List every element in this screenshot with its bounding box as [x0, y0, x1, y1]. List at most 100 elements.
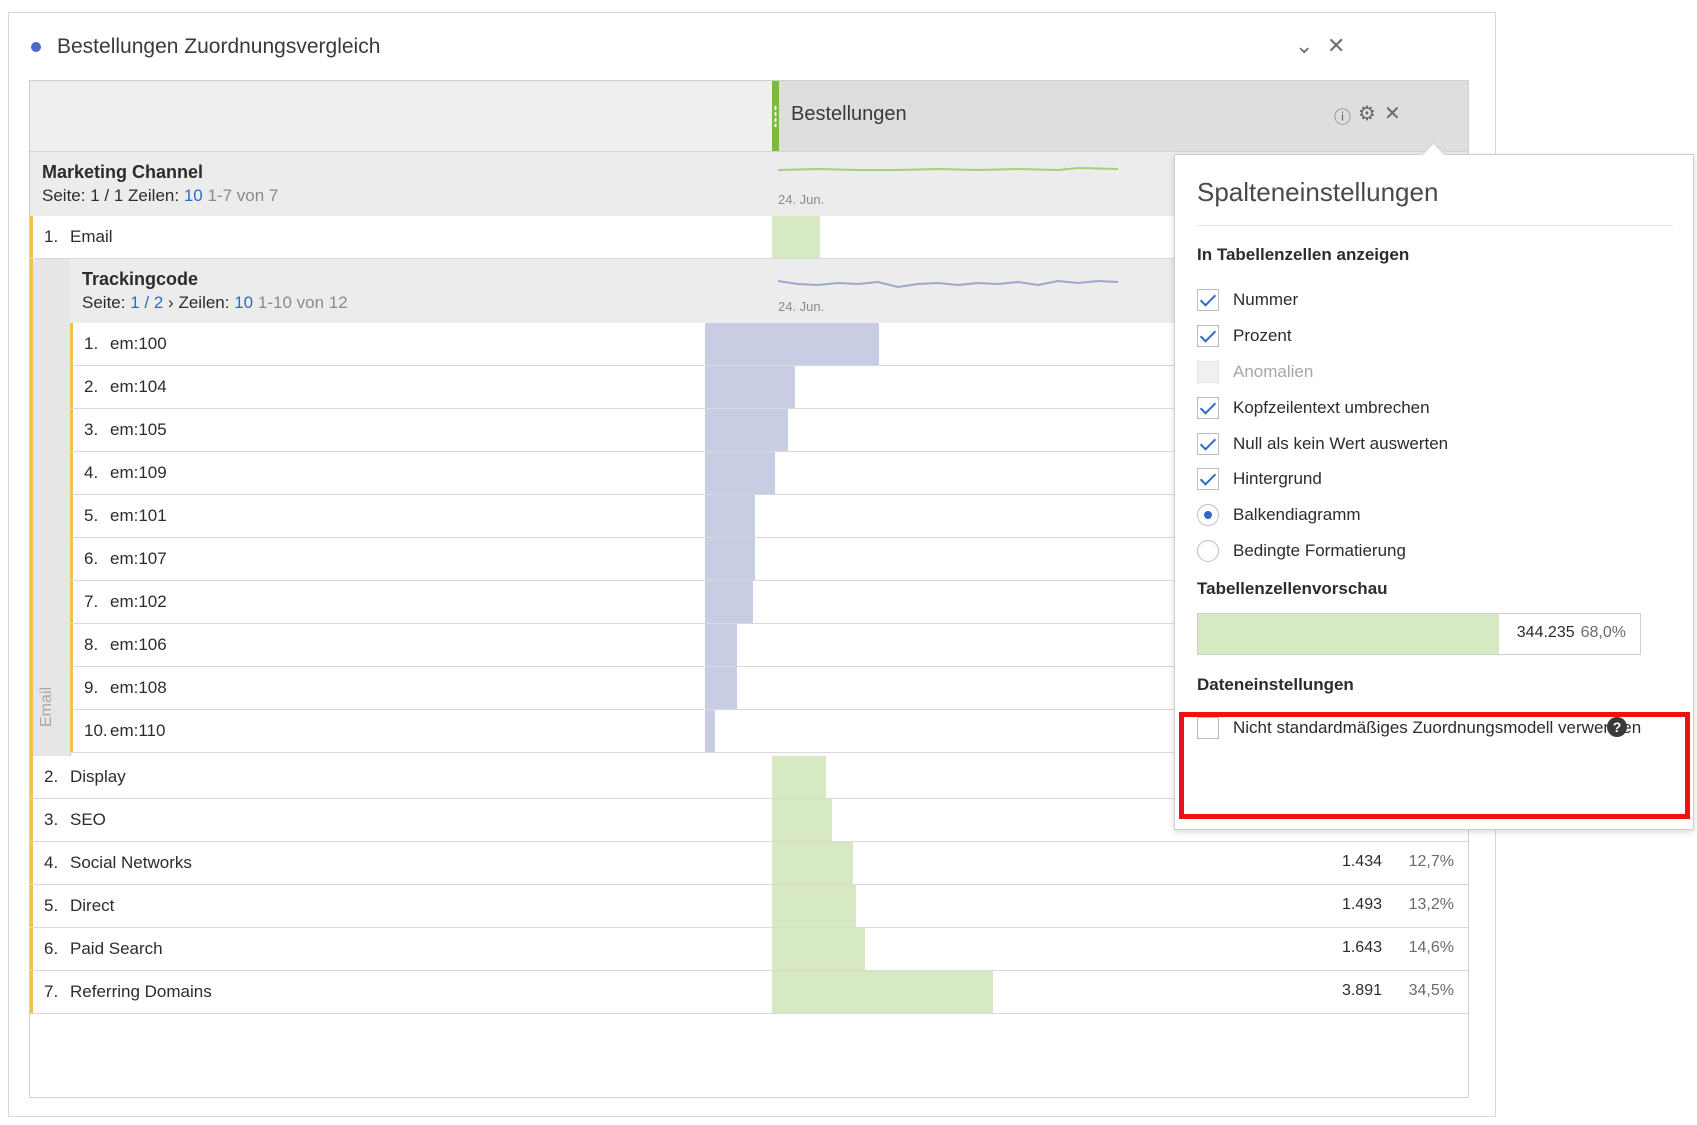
row-number: 4.	[44, 853, 59, 872]
row-number: 1.	[84, 334, 99, 353]
row-number: 4.	[84, 463, 99, 482]
dimension-title: Marketing Channel	[42, 162, 204, 182]
row-label: em:110	[110, 721, 166, 740]
row-marker	[30, 799, 33, 841]
table-row[interactable]: 7. Referring Domains 3.891 34,5%	[30, 971, 1468, 1014]
checkbox-checked[interactable]	[1197, 325, 1219, 347]
option-kopfzeilentext[interactable]: Kopfzeilentext umbrechen	[1197, 395, 1430, 421]
option-label: Balkendiagramm	[1233, 505, 1361, 524]
row-value: 1.643	[1341, 939, 1382, 956]
row-label: em:106	[110, 635, 167, 654]
breakdown-side-label: Email	[38, 686, 55, 727]
close-icon[interactable]: ✕	[1384, 101, 1401, 126]
row-marker	[30, 885, 33, 927]
preview-percent: 68,0%	[1580, 624, 1626, 641]
row-marker	[70, 409, 73, 451]
row-value: 1.493	[1341, 896, 1382, 913]
option-label: Nummer	[1233, 290, 1299, 309]
popover-title: Spalteneinstellungen	[1197, 177, 1439, 207]
section-data-settings: Dateneinstellungen	[1197, 675, 1354, 694]
row-bar	[772, 216, 820, 258]
option-non-default-attribution[interactable]: Nicht standardmäßiges Zuordnungsmodell v…	[1197, 715, 1641, 741]
rows-label: Zeilen:	[128, 186, 180, 205]
row-label: Paid Search	[70, 939, 163, 958]
preview-bar	[1198, 614, 1499, 654]
row-label: Social Networks	[70, 853, 192, 872]
row-marker	[70, 495, 73, 537]
checkbox-checked[interactable]	[1197, 289, 1219, 311]
section-preview: Tabellenzellenvorschau	[1197, 579, 1388, 598]
row-number: 3.	[84, 420, 99, 439]
row-label: em:104	[110, 377, 167, 396]
radio-balkendiagramm[interactable]: Balkendiagramm	[1197, 502, 1361, 528]
row-bar	[772, 799, 832, 841]
option-label: Null als kein Wert auswerten	[1233, 434, 1449, 453]
row-number: 9.	[84, 678, 99, 697]
row-bar	[772, 756, 826, 798]
sparkline-date: 24. Jun.	[778, 299, 825, 314]
row-marker	[70, 710, 73, 752]
checkbox-checked[interactable]	[1197, 468, 1219, 490]
row-marker	[70, 452, 73, 494]
sparkline	[778, 166, 1118, 172]
close-icon[interactable]: ✕	[1327, 33, 1345, 59]
radio-bedingte-formatierung[interactable]: Bedingte Formatierung	[1197, 538, 1406, 564]
row-marker	[70, 581, 73, 623]
column-title: Bestellungen	[791, 103, 907, 125]
row-bar	[705, 710, 715, 752]
option-nummer[interactable]: Nummer	[1197, 287, 1298, 313]
page-value[interactable]: 1 / 1	[90, 186, 123, 205]
column-header-bestellungen[interactable]: Bestellungen ⓘ ⚙ ✕	[772, 81, 1468, 151]
row-number: 6.	[84, 549, 99, 568]
gear-icon[interactable]: ⚙	[1358, 101, 1376, 126]
page-label: Seite:	[82, 293, 126, 312]
sparkline-date: 24. Jun.	[778, 192, 825, 207]
option-label: Prozent	[1233, 326, 1292, 345]
option-prozent[interactable]: Prozent	[1197, 323, 1292, 349]
table-row[interactable]: 5. Direct 1.493 13,2%	[30, 885, 1468, 928]
row-percent: 14,6%	[1408, 939, 1454, 956]
preview-value: 344.235 68,0%	[1517, 624, 1626, 642]
checkbox-checked[interactable]	[1197, 433, 1219, 455]
row-label: SEO	[70, 810, 106, 829]
row-marker	[70, 624, 73, 666]
radio-selected[interactable]	[1197, 504, 1219, 526]
table-row[interactable]: 6. Paid Search 1.643 14,6%	[30, 928, 1468, 971]
row-label: em:109	[110, 463, 167, 482]
option-hintergrund[interactable]: Hintergrund	[1197, 466, 1322, 492]
page-value[interactable]: 1 / 2	[130, 293, 163, 312]
rows-per-page[interactable]: 10	[184, 186, 203, 205]
option-label: Bedingte Formatierung	[1233, 541, 1406, 560]
option-label: Anomalien	[1233, 362, 1314, 381]
chevron-right-icon[interactable]: ›	[168, 293, 174, 312]
row-bar	[705, 667, 737, 709]
row-label: Direct	[70, 896, 115, 915]
checkbox-checked[interactable]	[1197, 397, 1219, 419]
option-label: Kopfzeilentext umbrechen	[1233, 398, 1430, 417]
preview-number: 344.235	[1516, 624, 1575, 641]
drag-handle-icon[interactable]	[774, 105, 777, 127]
row-bar	[705, 624, 737, 666]
row-value: 1.434	[1341, 853, 1382, 870]
row-marker	[30, 259, 33, 756]
sparkline	[778, 279, 1118, 289]
rows-per-page[interactable]: 10	[234, 293, 253, 312]
checkbox-unchecked[interactable]	[1197, 717, 1219, 739]
info-icon[interactable]: ⓘ	[1334, 103, 1351, 128]
question-icon[interactable]: ?	[1607, 717, 1627, 737]
option-label: Hintergrund	[1233, 469, 1322, 488]
panel-header[interactable]: Bestellungen Zuordnungsvergleich	[31, 35, 380, 59]
row-number: 3.	[44, 810, 59, 829]
row-bar	[705, 452, 775, 494]
chevron-down-icon[interactable]: ⌄	[1295, 33, 1313, 59]
row-number: 5.	[84, 506, 99, 525]
row-number: 1.	[44, 227, 59, 246]
sub-dimension-pagination: Seite: 1 / 2 › Zeilen: 10 1-10 von 12	[82, 293, 348, 313]
panel-title: Bestellungen Zuordnungsvergleich	[57, 35, 381, 58]
radio-unselected[interactable]	[1197, 540, 1219, 562]
row-label: em:105	[110, 420, 167, 439]
row-marker	[70, 538, 73, 580]
row-bar	[772, 971, 993, 1013]
option-null-als-kein-wert[interactable]: Null als kein Wert auswerten	[1197, 431, 1448, 457]
table-row[interactable]: 4. Social Networks 1.434 12,7%	[30, 842, 1468, 885]
